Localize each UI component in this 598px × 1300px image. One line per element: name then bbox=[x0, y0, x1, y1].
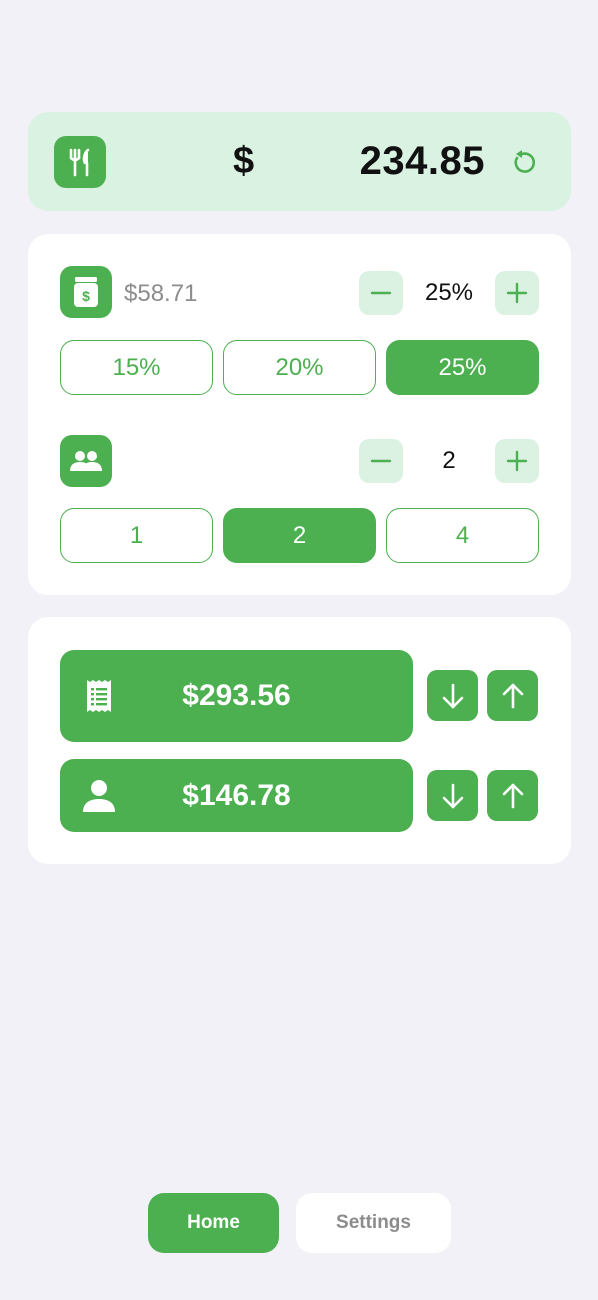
tip-preset-20[interactable]: 20% bbox=[223, 340, 376, 395]
people-preset-2[interactable]: 2 bbox=[223, 508, 376, 563]
people-decrement-button[interactable] bbox=[359, 439, 403, 483]
round-down-total-button[interactable] bbox=[427, 670, 478, 721]
people-preset-4[interactable]: 4 bbox=[386, 508, 539, 563]
round-up-per-person-button[interactable] bbox=[487, 770, 538, 821]
people-count-value: 2 bbox=[442, 447, 456, 474]
nav-settings-button[interactable]: Settings bbox=[296, 1193, 451, 1253]
bill-amount-input[interactable]: 234.85 bbox=[360, 139, 485, 184]
tip-decrement-button[interactable] bbox=[359, 271, 403, 315]
per-person-value: $146.78 bbox=[182, 779, 291, 812]
tip-percent-value: 25% bbox=[424, 279, 474, 306]
people-preset-1[interactable]: 1 bbox=[60, 508, 213, 563]
currency-symbol: $ bbox=[233, 140, 255, 182]
results-card: $293.56 $146.78 bbox=[28, 617, 571, 864]
tip-increment-button[interactable] bbox=[495, 271, 539, 315]
round-up-total-button[interactable] bbox=[487, 670, 538, 721]
round-down-per-person-button[interactable] bbox=[427, 770, 478, 821]
per-person-result-bar: $146.78 bbox=[60, 759, 413, 832]
people-increment-button[interactable] bbox=[495, 439, 539, 483]
total-result-bar: $293.56 bbox=[60, 650, 413, 742]
settings-card: $ $58.71 25% 15% 20% 25% 2 1 2 4 bbox=[28, 234, 571, 595]
tip-preset-15[interactable]: 15% bbox=[60, 340, 213, 395]
bill-card: $ 234.85 bbox=[28, 112, 571, 211]
reset-icon[interactable] bbox=[509, 148, 537, 176]
tip-preset-25[interactable]: 25% bbox=[386, 340, 539, 395]
people-icon bbox=[60, 435, 112, 487]
tip-amount: $58.71 bbox=[124, 280, 198, 307]
total-value: $293.56 bbox=[182, 679, 291, 712]
tip-jar-icon: $ bbox=[60, 266, 112, 318]
fork-knife-icon bbox=[54, 136, 106, 188]
nav-home-button[interactable]: Home bbox=[148, 1193, 279, 1253]
svg-text:$: $ bbox=[82, 288, 90, 304]
